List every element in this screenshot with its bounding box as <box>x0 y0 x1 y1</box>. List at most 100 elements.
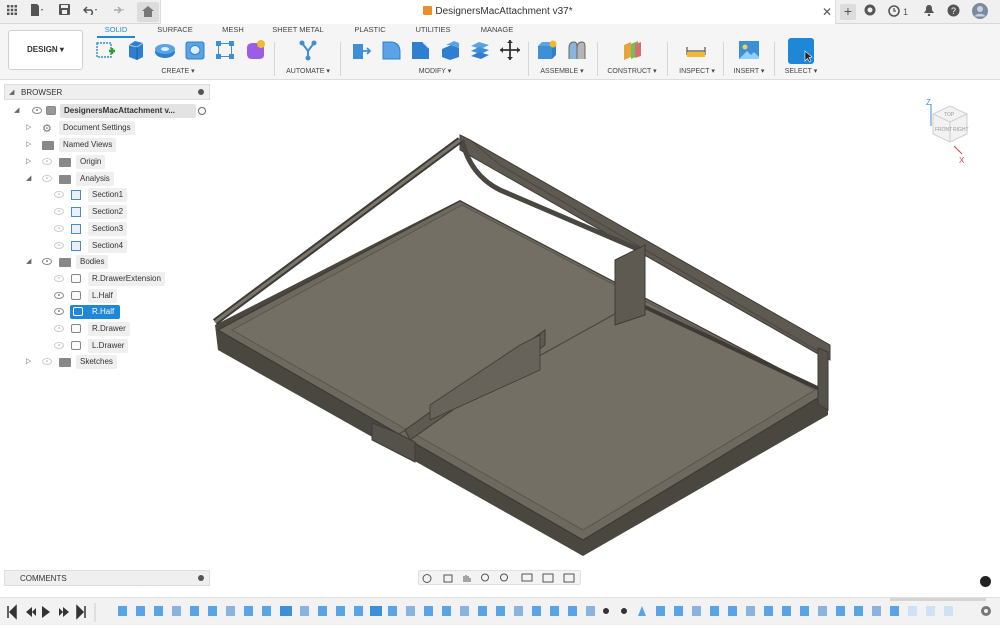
notifications-icon[interactable] <box>922 4 936 20</box>
timeline-features[interactable] <box>118 606 953 616</box>
construct-menu[interactable]: CONSTRUCT ▾ <box>603 67 661 75</box>
pan-icon[interactable] <box>463 575 471 582</box>
grid-settings-icon[interactable] <box>542 573 554 583</box>
assemble-menu[interactable]: ASSEMBLE ▾ <box>536 67 588 75</box>
user-avatar-icon[interactable] <box>972 3 988 19</box>
workspace-switcher[interactable]: DESIGN ▾ <box>8 30 83 70</box>
pattern-icon[interactable] <box>214 39 236 61</box>
timeline-settings-icon[interactable] <box>981 606 991 616</box>
collapsed-arrow-icon[interactable]: ▷ <box>26 155 34 169</box>
inspect-menu[interactable]: INSPECT ▾ <box>675 67 719 75</box>
tab-sheet-metal[interactable]: SHEET METAL <box>268 25 328 34</box>
model-viewport[interactable] <box>210 80 1000 570</box>
job-status-icon[interactable]: 1 <box>886 4 910 20</box>
comments-panel[interactable]: COMMENTS <box>4 570 210 586</box>
automate-icon[interactable] <box>297 39 319 61</box>
insert-image-icon[interactable] <box>738 39 760 61</box>
browser-pin-icon[interactable] <box>198 89 204 95</box>
display-settings-icon[interactable] <box>521 573 533 582</box>
visibility-eye-icon[interactable] <box>54 292 64 299</box>
collapse-browser-icon[interactable]: ◢ <box>9 88 17 96</box>
measure-icon[interactable] <box>685 39 707 61</box>
hole-icon[interactable] <box>184 39 206 61</box>
go-to-end-icon[interactable] <box>76 604 86 620</box>
visibility-eye-icon[interactable] <box>54 308 64 315</box>
create-menu[interactable]: CREATE ▾ <box>150 67 206 75</box>
tab-mesh[interactable]: MESH <box>218 25 248 34</box>
look-at-icon[interactable] <box>443 574 453 583</box>
visibility-eye-icon[interactable] <box>42 258 52 265</box>
data-panel-icon[interactable] <box>980 576 991 587</box>
expanded-arrow-icon[interactable]: ◢ <box>26 172 34 186</box>
tab-solid[interactable]: SOLID <box>100 25 132 34</box>
visibility-eye-icon[interactable] <box>54 225 64 232</box>
document-tab[interactable]: DesignersMacAttachment v37* ✕ <box>160 0 836 24</box>
zoom-icon[interactable] <box>481 573 489 582</box>
insert-menu[interactable]: INSERT ▾ <box>728 67 770 75</box>
timeline-scrollbar[interactable] <box>890 598 986 601</box>
home-icon[interactable] <box>137 2 159 22</box>
zoom-window-icon[interactable] <box>500 573 508 582</box>
tree-root[interactable]: ◢ DesignersMacAttachment v... <box>14 104 210 118</box>
shell-icon[interactable] <box>439 39 461 61</box>
orbit-icon[interactable] <box>422 574 432 583</box>
visibility-eye-icon[interactable] <box>54 208 64 215</box>
tree-item-label: Bodies <box>76 255 109 269</box>
joint-icon[interactable] <box>566 39 588 61</box>
tree-item-label: L.Half <box>88 289 117 303</box>
collapsed-arrow-icon[interactable]: ▷ <box>26 355 34 369</box>
redo-icon[interactable] <box>109 4 127 20</box>
visibility-eye-icon[interactable] <box>32 107 42 114</box>
visibility-eye-icon[interactable] <box>54 242 64 249</box>
offset-plane-icon[interactable] <box>621 39 643 61</box>
modify-menu[interactable]: MODIFY ▾ <box>405 67 465 75</box>
go-to-start-icon[interactable] <box>7 604 17 620</box>
revolve-icon[interactable] <box>154 39 176 61</box>
grid-icon[interactable] <box>6 4 18 20</box>
new-component-icon[interactable] <box>536 39 558 61</box>
visibility-eye-icon[interactable] <box>54 325 64 332</box>
browser-header[interactable]: ◢ BROWSER <box>4 84 210 100</box>
collapsed-arrow-icon[interactable]: ▷ <box>26 121 34 135</box>
extensions-icon[interactable] <box>863 4 877 20</box>
undo-icon[interactable] <box>82 4 100 20</box>
create-form-icon[interactable] <box>244 39 266 61</box>
section-analysis-icon <box>71 241 81 251</box>
collapsed-arrow-icon[interactable]: ▷ <box>26 138 34 152</box>
tab-manage[interactable]: MANAGE <box>477 25 517 34</box>
close-icon[interactable]: ✕ <box>821 4 833 20</box>
visibility-eye-icon[interactable] <box>42 358 52 365</box>
file-icon[interactable] <box>29 4 45 20</box>
automate-menu[interactable]: AUTOMATE ▾ <box>278 67 338 75</box>
visibility-eye-icon[interactable] <box>54 191 64 198</box>
tab-utilities[interactable]: UTILITIES <box>411 25 455 34</box>
visibility-eye-icon[interactable] <box>54 275 64 282</box>
expanded-arrow-icon[interactable]: ◢ <box>14 104 22 118</box>
create-sketch-icon[interactable] <box>95 39 117 61</box>
save-icon[interactable] <box>58 4 70 20</box>
press-pull-icon[interactable] <box>350 39 372 61</box>
tab-surface[interactable]: SURFACE <box>153 25 197 34</box>
activate-radio-icon[interactable] <box>198 107 206 115</box>
select-menu[interactable]: SELECT ▾ <box>780 67 822 75</box>
play-icon[interactable] <box>42 606 50 618</box>
folder-icon <box>42 141 54 150</box>
step-forward-icon[interactable] <box>59 607 69 617</box>
visibility-eye-icon[interactable] <box>54 342 64 349</box>
fillet-icon[interactable] <box>380 39 402 61</box>
select-icon[interactable] <box>788 38 814 64</box>
comments-pin-icon[interactable] <box>198 575 204 581</box>
extrude-icon[interactable] <box>125 39 147 61</box>
combine-icon[interactable] <box>469 39 491 61</box>
step-back-icon[interactable] <box>26 607 36 617</box>
visibility-eye-icon[interactable] <box>42 175 52 182</box>
move-icon[interactable] <box>499 39 521 61</box>
chamfer-icon[interactable] <box>409 39 431 61</box>
viewports-icon[interactable] <box>563 573 575 583</box>
expanded-arrow-icon[interactable]: ◢ <box>26 255 34 269</box>
tab-plastic[interactable]: PLASTIC <box>350 25 390 34</box>
new-tab-icon[interactable]: + <box>840 4 856 20</box>
view-cube[interactable]: Z TOP FRONT RIGHT X <box>922 96 972 165</box>
visibility-eye-icon[interactable] <box>42 158 52 165</box>
help-icon[interactable]: ? <box>946 4 960 20</box>
